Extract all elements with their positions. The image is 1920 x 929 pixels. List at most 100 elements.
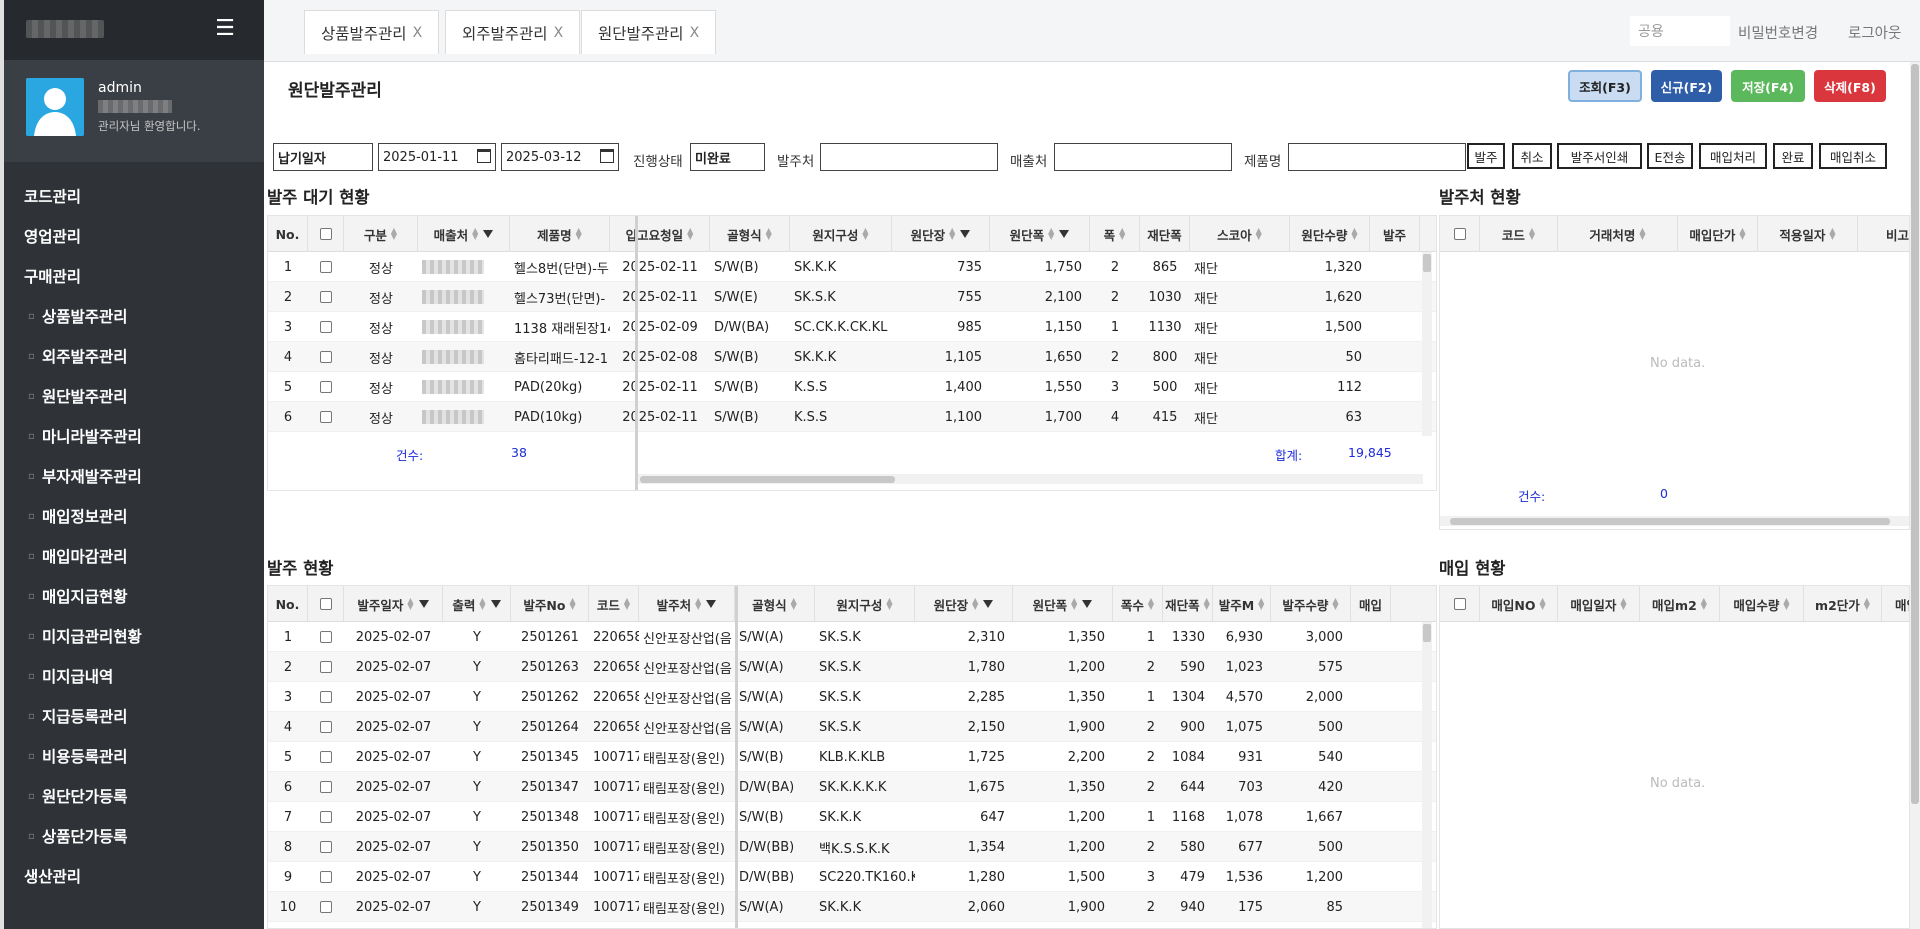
order_grid-cell[interactable] xyxy=(308,652,344,682)
filter-icon[interactable] xyxy=(983,600,994,608)
row-checkbox[interactable] xyxy=(320,721,332,733)
purchase_grid-col-header[interactable]: 매입NO ▲ ▼ xyxy=(1480,586,1558,622)
sort-icon[interactable]: ▲ ▼ xyxy=(624,597,630,611)
wait_grid-cell[interactable] xyxy=(308,312,344,342)
filter-icon[interactable] xyxy=(960,230,971,238)
complete-button[interactable]: 완료 xyxy=(1773,143,1813,169)
tab-fabric-order[interactable]: 원단발주관리 X xyxy=(581,10,717,54)
select-all-checkbox[interactable] xyxy=(319,598,332,610)
wait_grid-cell[interactable] xyxy=(308,342,344,372)
sort-icon[interactable]: ▲ ▼ xyxy=(472,227,478,241)
order_grid-col-header[interactable]: 코드 ▲ ▼ xyxy=(589,586,639,622)
sidebar-item-16[interactable]: ▫ 상품단가등록 xyxy=(4,816,264,856)
scroll-thumb[interactable] xyxy=(1423,254,1431,272)
sort-icon[interactable]: ▲ ▼ xyxy=(1864,597,1870,611)
change-password-link[interactable]: 비밀번호변경 xyxy=(1738,22,1818,43)
close-icon[interactable]: X xyxy=(413,25,423,41)
wait_grid-col-header[interactable]: 입고요청일 ▲ ▼ xyxy=(610,216,710,252)
wait-grid-hscroll[interactable] xyxy=(638,474,1423,484)
sidebar-item-14[interactable]: ▫ 비용등록관리 xyxy=(4,736,264,776)
table-row[interactable]: 9 2025-02-07 Y 2501344 100717 태림포장(용인) D/W(BB)… xyxy=(268,862,1436,892)
order_grid-col-header[interactable]: 원지구성 ▲ ▼ xyxy=(815,586,915,622)
purchase_grid-col-header[interactable]: m2단가 ▲ ▼ xyxy=(1804,586,1882,622)
scroll-thumb[interactable] xyxy=(1450,518,1890,525)
sidebar-item-8[interactable]: ▫ 매입정보관리 xyxy=(4,496,264,536)
delete-button[interactable]: 삭제(F8) xyxy=(1814,70,1886,102)
search-button[interactable]: 조회(F3) xyxy=(1568,70,1642,102)
purchase_grid-col-header[interactable]: 매입수량 ▲ ▼ xyxy=(1720,586,1804,622)
wait_grid-col-header[interactable] xyxy=(308,216,344,252)
sidebar-item-15[interactable]: ▫ 원단단가등록 xyxy=(4,776,264,816)
order_grid-col-header[interactable] xyxy=(308,586,344,622)
order_grid-col-header[interactable]: 발주처 ▲ ▼ xyxy=(639,586,735,622)
row-checkbox[interactable] xyxy=(320,751,332,763)
sort-icon[interactable]: ▲ ▼ xyxy=(1204,597,1210,611)
filter-icon[interactable] xyxy=(1059,230,1070,238)
sort-icon[interactable]: ▲ ▼ xyxy=(1539,597,1545,611)
sort-icon[interactable]: ▲ ▼ xyxy=(1620,597,1626,611)
sidebar-item-13[interactable]: ▫ 지급등록관리 xyxy=(4,696,264,736)
close-icon[interactable]: X xyxy=(554,25,564,41)
wait_grid-col-header[interactable]: 골형식 ▲ ▼ xyxy=(710,216,790,252)
row-checkbox[interactable] xyxy=(320,841,332,853)
order_grid-cell[interactable] xyxy=(308,622,344,652)
sort-icon[interactable]: ▲ ▼ xyxy=(1071,597,1077,611)
sort-icon[interactable]: ▲ ▼ xyxy=(569,597,575,611)
order_grid-col-header[interactable]: 원단장 ▲ ▼ xyxy=(915,586,1013,622)
vendor_grid-col-header[interactable]: 적용일자 ▲ ▼ xyxy=(1758,216,1858,252)
sidebar-item-9[interactable]: ▫ 매입마감관리 xyxy=(4,536,264,576)
main-scrollbar-thumb[interactable] xyxy=(1911,64,1919,804)
cancel-button[interactable]: 취소 xyxy=(1512,143,1552,169)
sidebar-item-4[interactable]: ▫ 외주발주관리 xyxy=(4,336,264,376)
wait_grid-col-header[interactable]: 구분 ▲ ▼ xyxy=(344,216,418,252)
sort-icon[interactable]: ▲ ▼ xyxy=(576,227,582,241)
filter-icon[interactable] xyxy=(1082,600,1093,608)
row-checkbox[interactable] xyxy=(320,261,332,273)
sort-icon[interactable]: ▲ ▼ xyxy=(1351,227,1357,241)
e-send-button[interactable]: E전송 xyxy=(1647,143,1693,169)
purchase_grid-col-header[interactable] xyxy=(1440,586,1480,622)
sidebar-item-6[interactable]: ▫ 마니라발주관리 xyxy=(4,416,264,456)
vendor_grid-col-header[interactable]: 코드 ▲ ▼ xyxy=(1480,216,1558,252)
company-select-input[interactable] xyxy=(1630,16,1730,46)
table-row[interactable]: 1 정상 헬스8번(단면)-두 2025-02-11 S/W(B) SK.K.K 735 1,… xyxy=(268,252,1436,282)
row-checkbox[interactable] xyxy=(320,291,332,303)
order_grid-col-header[interactable]: 발주M ▲ ▼ xyxy=(1213,586,1271,622)
wait-grid-vscroll[interactable] xyxy=(1422,252,1432,436)
wait_grid-col-header[interactable]: 제품명 ▲ ▼ xyxy=(510,216,610,252)
sort-icon[interactable]: ▲ ▼ xyxy=(886,597,892,611)
order_grid-col-header[interactable]: 재단폭 ▲ ▼ xyxy=(1163,586,1213,622)
sort-icon[interactable]: ▲ ▼ xyxy=(949,227,955,241)
select-all-checkbox[interactable] xyxy=(1453,598,1466,610)
order_grid-col-header[interactable]: 발주일자 ▲ ▼ xyxy=(344,586,443,622)
print-order-button[interactable]: 발주서인쇄 xyxy=(1557,143,1642,169)
wait_grid-col-header[interactable]: 원단폭 ▲ ▼ xyxy=(990,216,1090,252)
sort-icon[interactable]: ▲ ▼ xyxy=(1529,227,1535,241)
table-row[interactable]: 6 2025-02-07 Y 2501347 100717 태림포장(용인) D/W(BA)… xyxy=(268,772,1436,802)
filter-icon[interactable] xyxy=(490,600,501,608)
product-input[interactable] xyxy=(1288,143,1466,171)
main-scrollbar[interactable] xyxy=(1910,62,1920,929)
table-row[interactable]: 8 2025-02-07 Y 2501350 100717 태림포장(용인) D/W(BB)… xyxy=(268,832,1436,862)
sort-icon[interactable]: ▲ ▼ xyxy=(479,597,485,611)
sort-icon[interactable]: ▲ ▼ xyxy=(1332,597,1338,611)
wait_grid-cell[interactable] xyxy=(308,402,344,432)
sort-icon[interactable]: ▲ ▼ xyxy=(695,597,701,611)
sidebar-item-12[interactable]: ▫ 미지급내역 xyxy=(4,656,264,696)
sort-icon[interactable]: ▲ ▼ xyxy=(1119,227,1125,241)
table-row[interactable]: 7 2025-02-07 Y 2501348 100717 태림포장(용인) S/W(B) S… xyxy=(268,802,1436,832)
sort-icon[interactable]: ▲ ▼ xyxy=(1739,227,1745,241)
sort-icon[interactable]: ▲ ▼ xyxy=(1783,597,1789,611)
sidebar-item-7[interactable]: ▫ 부자재발주관리 xyxy=(4,456,264,496)
sort-icon[interactable]: ▲ ▼ xyxy=(1256,227,1262,241)
sidebar-item-0[interactable]: 코드관리 xyxy=(4,176,264,216)
order_grid-cell[interactable] xyxy=(308,772,344,802)
table-row[interactable]: 3 2025-02-07 Y 2501262 220658 신안포장산업(음 S/W(A) S… xyxy=(268,682,1436,712)
table-row[interactable]: 6 정상 PAD(10kg) 2025-02-11 S/W(B) K.S.S 1,100 1,… xyxy=(268,402,1436,432)
wait_grid-cell[interactable] xyxy=(308,372,344,402)
sort-icon[interactable]: ▲ ▼ xyxy=(1829,227,1835,241)
row-checkbox[interactable] xyxy=(320,631,332,643)
calendar-icon[interactable] xyxy=(600,149,614,163)
sidebar-item-3[interactable]: ▫ 상품발주관리 xyxy=(4,296,264,336)
filter-icon[interactable] xyxy=(706,600,717,608)
